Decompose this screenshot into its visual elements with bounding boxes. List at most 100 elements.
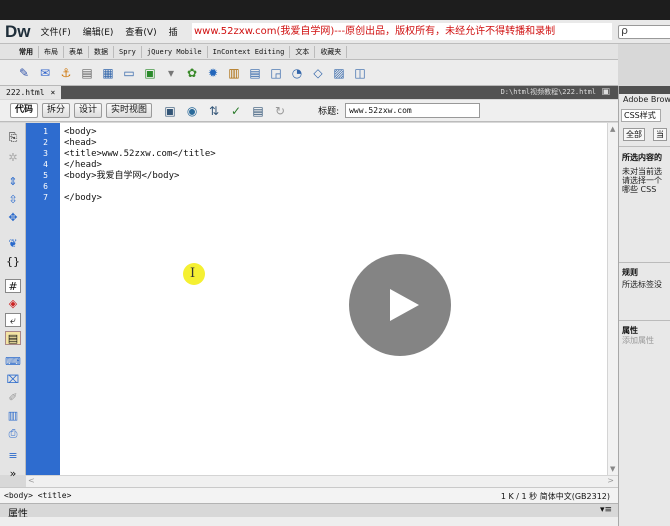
expand-all-icon[interactable]: ✥ xyxy=(5,211,21,225)
panel-menu-icon[interactable]: ▾≡ xyxy=(600,505,612,515)
select-parent-tag-icon[interactable]: ❦ xyxy=(5,237,21,251)
image-icon[interactable]: ▣ xyxy=(142,65,158,81)
scroll-right-icon[interactable]: > xyxy=(607,476,614,485)
menu-file[interactable]: 文件(F) xyxy=(41,25,71,38)
app-logo: Dw xyxy=(5,21,31,41)
tag-selector[interactable]: <body> <title> xyxy=(4,491,71,500)
horizontal-scrollbar[interactable]: < > xyxy=(26,475,618,487)
widget-icon[interactable]: ✿ xyxy=(184,65,200,81)
head-icon[interactable]: ◲ xyxy=(268,65,284,81)
document-tab[interactable]: 222.html × xyxy=(0,86,62,99)
tab-css-styles[interactable]: CSS样式 xyxy=(621,109,661,122)
word-wrap-icon[interactable]: ⤶ xyxy=(5,313,21,327)
code-line: <body>我爱自学网</body> xyxy=(64,171,180,181)
insert-tab-layout[interactable]: 布局 xyxy=(39,45,64,58)
show-code-navigator-icon[interactable]: ✲ xyxy=(5,151,21,165)
remove-comment-icon[interactable]: ⌧ xyxy=(5,373,21,387)
date-icon[interactable]: ✹ xyxy=(205,65,221,81)
server-side-include-icon[interactable]: ▥ xyxy=(226,65,242,81)
tag-chooser-icon[interactable]: ▨ xyxy=(331,65,347,81)
scroll-left-icon[interactable]: < xyxy=(28,476,35,485)
email-link-icon[interactable]: ✉ xyxy=(37,65,53,81)
visual-aids-icon[interactable]: ▤ xyxy=(250,103,266,119)
insert-tab-incontext-editing[interactable]: InContext Editing xyxy=(208,45,291,58)
collapse-tag-icon[interactable]: ⇕ xyxy=(5,175,21,189)
table-icon[interactable]: ▦ xyxy=(100,65,116,81)
insert-tab-text[interactable]: 文本 xyxy=(290,45,316,58)
code-line: </body> xyxy=(64,193,102,203)
panel-divider xyxy=(619,320,670,321)
code-line: </head> xyxy=(64,160,102,170)
more-tools-icon[interactable]: » xyxy=(5,467,21,481)
close-icon[interactable]: × xyxy=(51,86,56,99)
line-number: 3 xyxy=(43,149,48,158)
line-number: 6 xyxy=(43,182,48,191)
file-menu-icon[interactable]: ▣ xyxy=(601,87,610,97)
validate-icon[interactable]: ✓ xyxy=(228,103,244,119)
search-icon: ρ xyxy=(621,24,628,37)
all-button[interactable]: 全部 xyxy=(623,128,645,141)
apply-comment-icon[interactable]: ⌨ xyxy=(5,355,21,369)
insert-tab-spry[interactable]: Spry xyxy=(114,45,142,58)
rules-section-text: 所选标签没 xyxy=(622,280,662,289)
design-view-button[interactable]: 设计 xyxy=(74,103,103,118)
insert-tab-data[interactable]: 数据 xyxy=(89,45,114,58)
horizontal-rule-icon[interactable]: ▤ xyxy=(79,65,95,81)
named-anchor-icon[interactable]: ⚓ xyxy=(58,65,74,81)
panel-divider xyxy=(619,146,670,147)
wrap-tag-icon[interactable]: ✐ xyxy=(5,391,21,405)
title-label: 标题: xyxy=(318,107,340,117)
syntax-coloring-icon[interactable]: ▤ xyxy=(5,331,21,345)
recent-snippets-icon[interactable]: ▥ xyxy=(5,409,21,423)
watermark-banner: www.52zxw.com(我爱自学网)---原创出品，版权所有，未经允许不得转… xyxy=(192,23,612,40)
live-view-button[interactable]: 实时视图 xyxy=(106,103,153,118)
media-icon[interactable]: ▾ xyxy=(163,65,179,81)
window-top-bar xyxy=(0,0,670,20)
collapse-selection-icon[interactable]: ⇳ xyxy=(5,193,21,207)
menu-insert[interactable]: 插 xyxy=(169,25,178,38)
preview-browser-icon[interactable]: ◉ xyxy=(184,103,200,119)
indent-code-icon[interactable]: ≡ xyxy=(5,449,21,463)
line-number: 7 xyxy=(43,193,48,202)
hyperlink-icon[interactable]: ✎ xyxy=(16,65,32,81)
code-line: <body> xyxy=(64,127,97,137)
insert-tab-forms[interactable]: 表单 xyxy=(64,45,89,58)
properties-section-heading: 属性 xyxy=(622,326,638,335)
file-management-icon[interactable]: ⇅ xyxy=(206,103,222,119)
scroll-down-icon[interactable]: ▼ xyxy=(610,465,615,473)
properties-panel-header[interactable]: 属性 ▾≡ xyxy=(0,503,618,520)
add-property-link[interactable]: 添加属性 xyxy=(622,336,654,345)
video-play-button[interactable] xyxy=(349,254,451,356)
browser-check-icon[interactable]: ◫ xyxy=(352,65,368,81)
document-tab-label: 222.html xyxy=(6,88,45,97)
menu-view[interactable]: 查看(V) xyxy=(125,25,156,38)
line-numbers-icon[interactable]: # xyxy=(5,279,21,293)
document-tab-bar: 222.html × D:\html视频教程\222.html ▣ xyxy=(0,86,618,99)
refresh-icon[interactable]: ↻ xyxy=(272,103,288,119)
code-line: <title>www.52zxw.com</title> xyxy=(64,149,216,159)
script-icon[interactable]: ◔ xyxy=(289,65,305,81)
title-input[interactable]: www.52zxw.com xyxy=(345,103,481,118)
line-number: 2 xyxy=(43,138,48,147)
multiscreen-icon[interactable]: ▣ xyxy=(162,103,178,119)
balance-braces-icon[interactable]: {} xyxy=(5,255,21,269)
menu-edit[interactable]: 编辑(E) xyxy=(83,25,114,38)
move-css-icon[interactable]: ⎙ xyxy=(5,427,21,441)
templates-icon[interactable]: ◇ xyxy=(310,65,326,81)
vertical-scrollbar[interactable]: ▲ ▼ xyxy=(607,123,618,475)
search-input[interactable]: ρ xyxy=(618,24,670,39)
cursor-highlight: I xyxy=(183,263,205,285)
panel-title: Adobe Brow xyxy=(623,95,670,104)
open-documents-icon[interactable]: ⎘ xyxy=(5,131,21,145)
div-icon[interactable]: ▭ xyxy=(121,65,137,81)
insert-tab-jquery-mobile[interactable]: jQuery Mobile xyxy=(142,45,208,58)
highlight-invalid-icon[interactable]: ◈ xyxy=(5,297,21,311)
code-view-button[interactable]: 代码 xyxy=(10,103,39,118)
current-button[interactable]: 当 xyxy=(653,128,667,141)
split-view-button[interactable]: 拆分 xyxy=(42,103,71,118)
insert-tab-common[interactable]: 常用 xyxy=(14,45,39,58)
comment-icon[interactable]: ▤ xyxy=(247,65,263,81)
code-editor[interactable]: <body> <head> <title>www.52zxw.com</titl… xyxy=(60,123,607,475)
scroll-up-icon[interactable]: ▲ xyxy=(610,125,615,133)
insert-tab-favorites[interactable]: 收藏夹 xyxy=(315,45,348,58)
